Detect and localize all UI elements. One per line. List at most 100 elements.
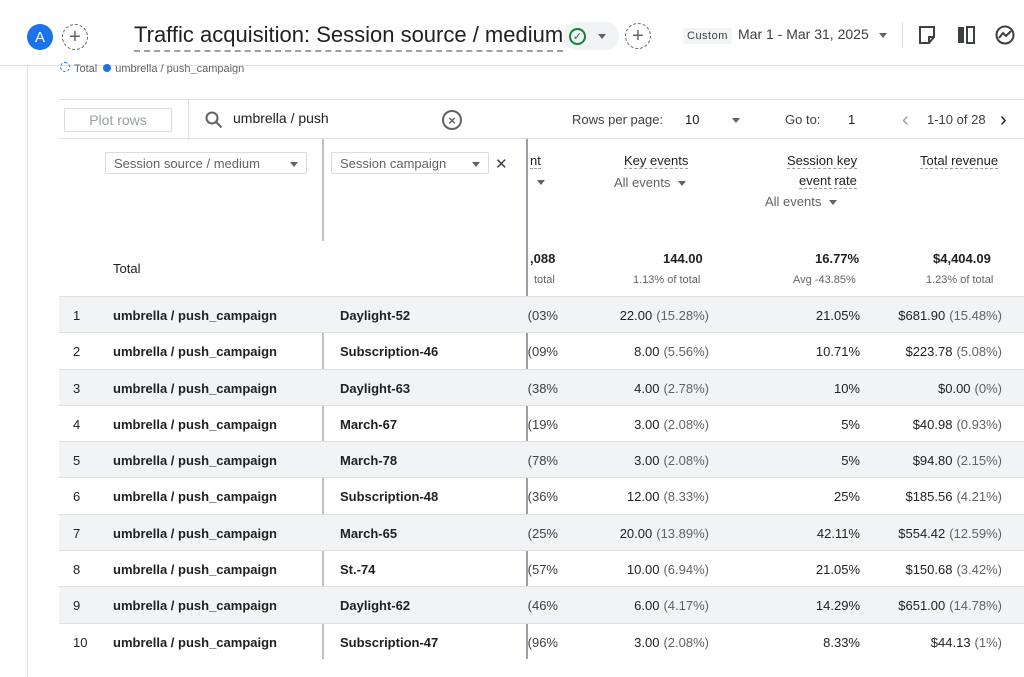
session-campaign-cell: Subscription-46	[340, 344, 439, 360]
row-number: 5	[73, 453, 81, 469]
table-row[interactable]: 3 umbrella / push_campaign Daylight-63 38%)…	[59, 368, 1024, 405]
clipped-metric-cell: 25%)	[528, 525, 558, 541]
compare-icon[interactable]	[955, 24, 977, 46]
session-source-medium-cell: umbrella / push_campaign	[113, 453, 277, 469]
add-comparison-button[interactable]: +	[62, 24, 88, 50]
row-number: 10	[73, 634, 88, 650]
totals-label: Total	[113, 261, 141, 276]
session-campaign-cell: Daylight-52	[340, 308, 411, 323]
session-key-event-rate-cell: 10%	[833, 380, 860, 396]
key-events-cell: 4.00 (2.78%)	[634, 380, 709, 396]
key-events-cell: 3.00 (2.08%)	[634, 634, 709, 650]
rows-per-page-label: Rows per page:	[572, 112, 664, 127]
session-source-medium-cell: umbrella / push_campaign	[113, 344, 277, 360]
chevron-down-icon[interactable]	[879, 33, 887, 38]
insights-icon[interactable]	[994, 24, 1016, 46]
legend-series: umbrella / push_campaign	[115, 63, 245, 74]
session-source-medium-cell: umbrella / push_campaign	[113, 525, 277, 541]
totals-clipped-value: ,088	[530, 251, 556, 266]
table-row[interactable]: 5 umbrella / push_campaign March-78 78%) 3.0…	[59, 441, 1024, 478]
avatar[interactable]: A	[27, 24, 53, 50]
key-events-cell: 6.00 (4.17%)	[634, 598, 709, 614]
session-campaign-cell: Subscription-48	[340, 489, 439, 505]
key-events-cell: 8.00 (5.56%)	[634, 344, 709, 360]
page-title[interactable]: Traffic acquisition: Session source / me…	[134, 22, 564, 52]
total-revenue-cell: $150.68 (3.42%)	[905, 562, 1002, 578]
plot-rows-button[interactable]: Plot rows	[64, 108, 172, 132]
table-row[interactable]: 6 umbrella / push_campaign Subscription-48…	[59, 477, 1024, 513]
dimension-2-label: Session campaign	[340, 155, 447, 171]
session-source-medium-cell: umbrella / push_campaign	[113, 489, 277, 505]
column-divider	[322, 139, 324, 241]
clipped-metric-header[interactable]: nt	[530, 153, 541, 169]
clear-search-icon[interactable]: ×	[442, 110, 462, 130]
session-key-event-rate-cell: 8.33%	[823, 634, 860, 650]
chevron-down-icon[interactable]	[732, 118, 740, 123]
session-source-medium-cell: umbrella / push_campaign	[113, 380, 277, 396]
session-key-event-rate-header[interactable]: Session key	[787, 153, 858, 169]
table-row[interactable]: 9 umbrella / push_campaign Daylight-62 46%)…	[59, 586, 1024, 623]
session-key-event-rate-header-line2[interactable]: event rate	[799, 173, 857, 189]
key-events-header[interactable]: Key events	[624, 153, 689, 169]
key-events-cell: 10.00 (6.94%)	[626, 562, 709, 578]
session-source-medium-cell: umbrella / push_campaign	[113, 562, 277, 578]
session-campaign-cell: Subscription-47	[340, 634, 439, 650]
session-campaign-cell: March-65	[340, 525, 398, 541]
chevron-down-icon	[598, 33, 606, 39]
session-key-event-rate-cell: 5%	[841, 416, 860, 432]
key-events-cell: 3.00 (2.08%)	[634, 453, 709, 469]
search-input[interactable]	[233, 110, 433, 126]
table-row[interactable]: 1 umbrella / push_campaign Daylight-52 03%)…	[59, 296, 1024, 333]
key-events-cell: 20.00 (13.89%)	[619, 525, 709, 541]
key-events-cell: 3.00 (2.08%)	[634, 416, 709, 432]
dimension-1-label: Session source / medium	[114, 155, 260, 171]
total-revenue-cell: $44.13 (1%)	[930, 634, 1002, 650]
total-revenue-cell: $40.98 (0.93%)	[912, 416, 1002, 432]
key-events-filter[interactable]: All events	[614, 175, 687, 190]
totals-key-events-sub: 1.13% of total	[633, 274, 701, 286]
remove-dimension-icon[interactable]: ✕	[495, 155, 508, 173]
rows-per-page-select[interactable]: 10	[685, 112, 699, 127]
table-row[interactable]: 7 umbrella / push_campaign March-65 25%) 20.…	[59, 513, 1024, 551]
clipped-metric-cell: 78%)	[528, 453, 558, 469]
clipped-metric-cell: 03%)	[528, 308, 558, 323]
dimension-1-dropdown[interactable]: Session source / medium	[105, 152, 307, 174]
add-card-button[interactable]: +	[625, 23, 651, 49]
row-number: 8	[73, 562, 81, 578]
session-key-event-rate-cell: 21.05%	[815, 308, 860, 323]
session-key-event-rate-cell: 14.29%	[815, 598, 860, 614]
clipped-metric-cell: 19%)	[528, 416, 558, 432]
table-row[interactable]: 10 umbrella / push_campaign Subscription-4…	[59, 622, 1024, 659]
session-campaign-cell: March-67	[340, 416, 398, 432]
table-toolbar: Plot rows × Rows per page: 10 Go to: 1 ‹…	[59, 99, 1024, 140]
key-events-cell: 22.00 (15.28%)	[619, 308, 709, 323]
total-revenue-header[interactable]: Total revenue	[920, 153, 999, 169]
chevron-down-icon	[290, 162, 298, 167]
table-row[interactable]: 8 umbrella / push_campaign St.-74 57%) 10.00…	[59, 550, 1024, 586]
chevron-down-icon	[678, 181, 687, 187]
totals-key-events: 144.00	[663, 251, 703, 266]
session-key-event-rate-cell: 42.11%	[816, 525, 860, 541]
chevron-left-icon[interactable]: ‹	[902, 109, 909, 132]
totals-revenue: $4,404.09	[933, 251, 991, 266]
total-legend-icon	[60, 62, 70, 72]
totals-ske-rate-sub: Avg -43.85%	[793, 274, 856, 286]
session-key-event-rate-filter[interactable]: All events	[765, 194, 838, 209]
clipped-metric-cell: 36%)	[528, 489, 558, 505]
table-row[interactable]: 2 umbrella / push_campaign Subscription-46…	[59, 332, 1024, 368]
total-revenue-cell: $681.90 (15.48%)	[898, 308, 1002, 323]
row-number: 7	[73, 525, 81, 541]
dimension-2-dropdown[interactable]: Session campaign	[331, 152, 489, 174]
chevron-down-icon	[829, 200, 838, 206]
report-status-dropdown[interactable]: ✓	[563, 22, 619, 50]
chevron-right-icon[interactable]: ›	[1000, 109, 1007, 132]
report-header: A + Traffic acquisition: Session source …	[0, 0, 1024, 66]
table-row[interactable]: 4 umbrella / push_campaign March-67 19%) 3.0…	[59, 404, 1024, 441]
chart-legend: Total umbrella / push_campaign	[60, 62, 244, 74]
date-range-picker[interactable]: Mar 1 - Mar 31, 2025	[738, 26, 869, 42]
check-icon: ✓	[569, 27, 586, 45]
chevron-down-icon[interactable]	[537, 180, 545, 185]
note-icon[interactable]	[916, 24, 938, 46]
goto-page-input[interactable]: 1	[848, 112, 855, 127]
session-key-event-rate-cell: 21.05%	[815, 562, 860, 578]
